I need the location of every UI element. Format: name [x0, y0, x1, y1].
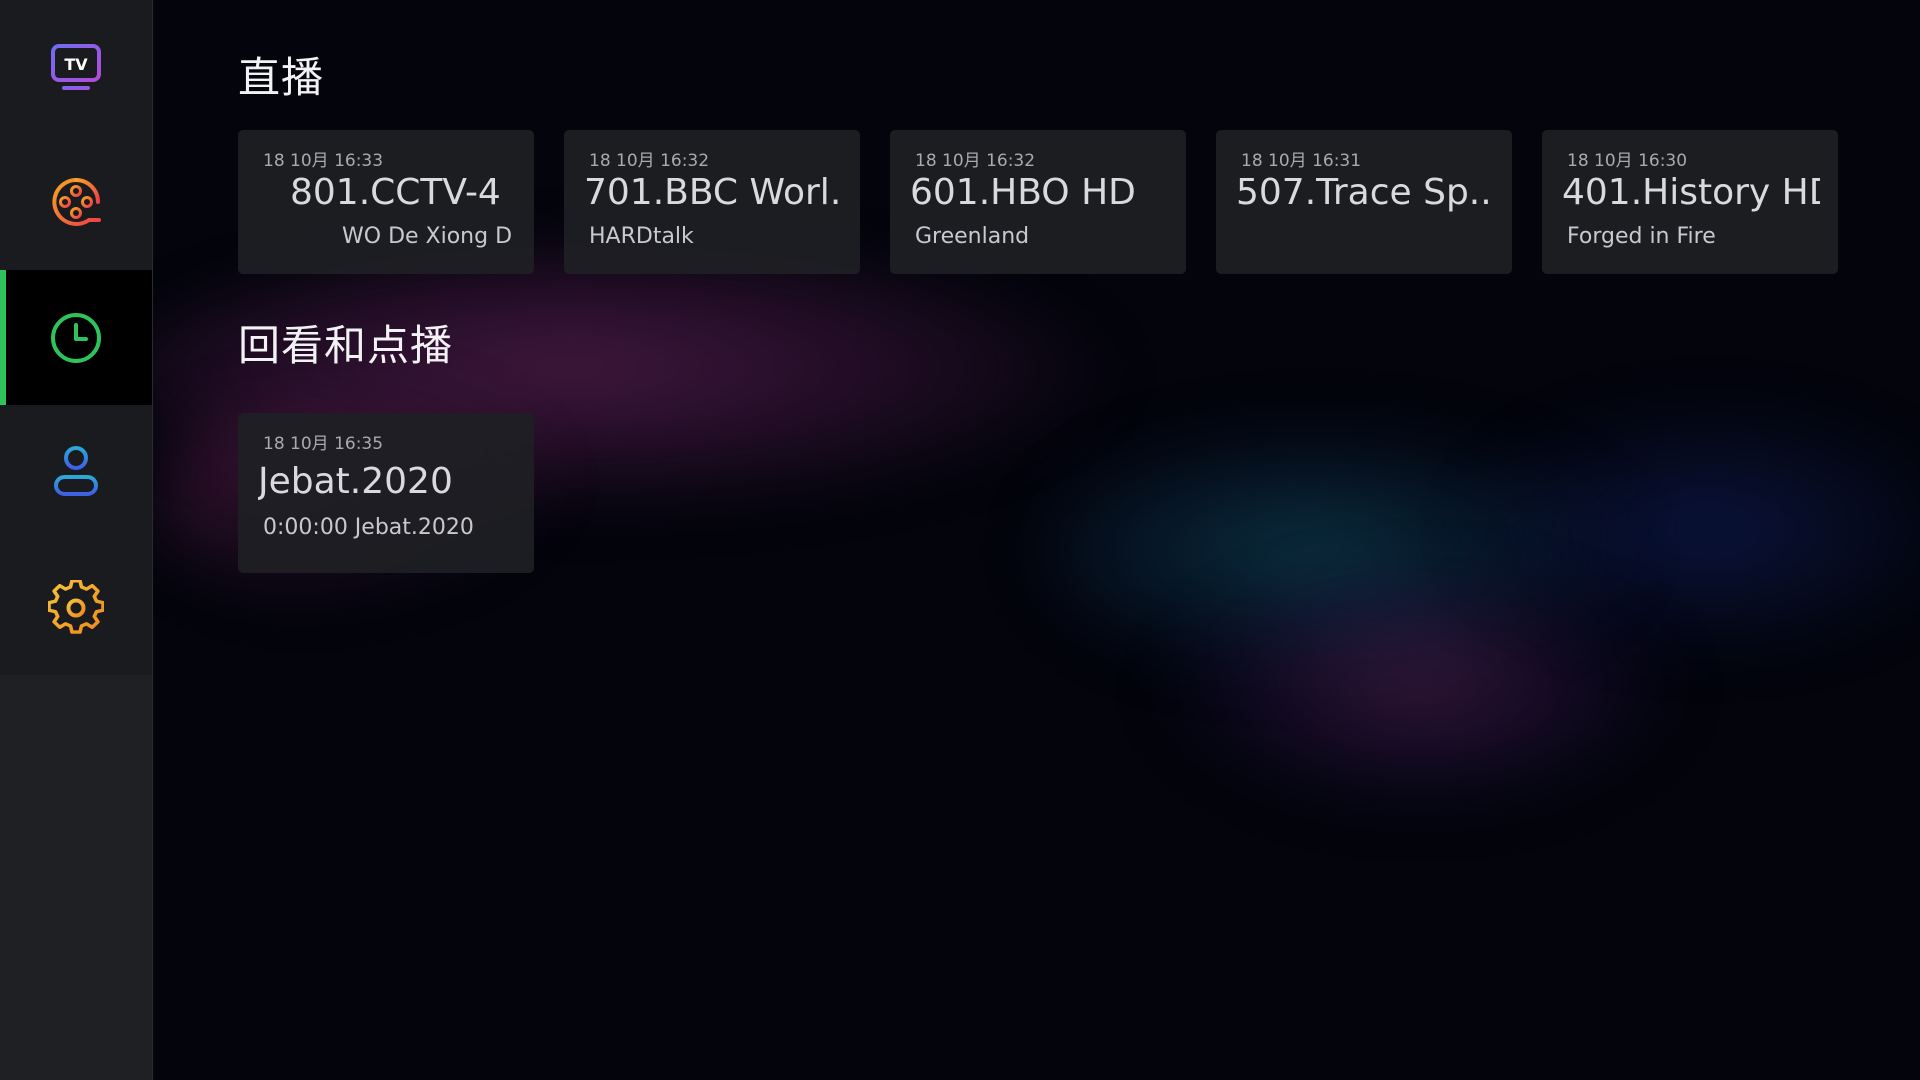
sidebar-item-tv[interactable]: TV — [0, 0, 152, 135]
live-channel-card[interactable]: 18 10月 16:32 601.HBO HD Greenland — [890, 130, 1186, 274]
sidebar-item-movies[interactable] — [0, 135, 152, 270]
screen: TV 直播 18 10月 16:33 801.CCTV-4 WO De Xion… — [0, 0, 1920, 1080]
card-program-title: HARDtalk — [589, 224, 694, 249]
live-channel-row: 18 10月 16:33 801.CCTV-4 H WO De Xiong Di… — [238, 130, 1838, 274]
main-content: 直播 18 10月 16:33 801.CCTV-4 H WO De Xiong… — [152, 0, 1920, 1080]
card-progress-label: 0:00:00 Jebat.2020 — [263, 515, 474, 540]
live-channel-card[interactable]: 18 10月 16:32 701.BBC Worl.. HARDtalk — [564, 130, 860, 274]
section-title-live: 直播 — [238, 53, 325, 102]
tv-icon: TV — [51, 43, 101, 90]
section-title-vod: 回看和点播 — [238, 321, 454, 370]
card-timestamp: 18 10月 16:35 — [263, 434, 384, 454]
user-icon — [54, 445, 98, 496]
sidebar-nav: TV — [0, 0, 152, 675]
sidebar: TV — [0, 0, 153, 1080]
svg-text:TV: TV — [64, 55, 88, 74]
sidebar-item-history[interactable] — [0, 270, 152, 405]
card-program-title: Greenland — [915, 224, 1030, 249]
card-title: Jebat.2020 — [258, 461, 453, 502]
clock-icon — [51, 312, 101, 363]
card-timestamp: 18 10月 16:31 — [1241, 151, 1362, 171]
card-timestamp: 18 10月 16:33 — [263, 151, 384, 171]
card-channel-name: 701.BBC Worl.. — [584, 172, 842, 213]
card-channel-name: 601.HBO HD — [910, 172, 1136, 213]
live-channel-card[interactable]: 18 10月 16:30 401.History HD Forged in Fi… — [1542, 130, 1838, 274]
card-channel-name: 507.Trace Sp.. — [1236, 172, 1492, 213]
card-timestamp: 18 10月 16:32 — [915, 151, 1036, 171]
vod-card[interactable]: 18 10月 16:35 Jebat.2020 0:00:00 Jebat.20… — [238, 413, 534, 573]
sidebar-item-account[interactable] — [0, 405, 152, 540]
gear-icon — [48, 579, 104, 634]
card-timestamp: 18 10月 16:30 — [1567, 151, 1688, 171]
live-channel-card[interactable]: 18 10月 16:31 507.Trace Sp.. — [1216, 130, 1512, 274]
card-channel-name: 801.CCTV-4 H — [290, 172, 512, 213]
vod-row: 18 10月 16:35 Jebat.2020 0:00:00 Jebat.20… — [238, 413, 534, 573]
card-program-title: Forged in Fire — [1567, 224, 1716, 249]
sidebar-item-settings[interactable] — [0, 540, 152, 675]
card-program-title: WO De Xiong Di — [342, 224, 514, 249]
card-channel-name: 401.History HD — [1562, 172, 1820, 213]
card-timestamp: 18 10月 16:32 — [589, 151, 710, 171]
live-channel-card[interactable]: 18 10月 16:33 801.CCTV-4 H WO De Xiong Di — [238, 130, 534, 274]
film-reel-icon — [52, 177, 101, 226]
